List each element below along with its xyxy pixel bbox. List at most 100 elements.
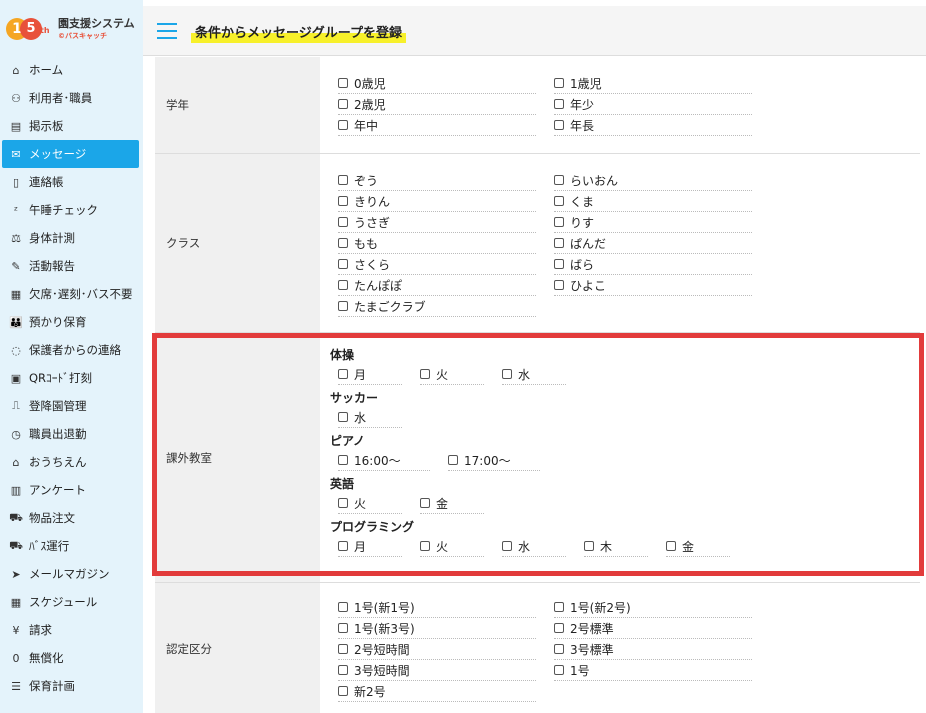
extra-checkbox[interactable]: 水 [338,407,402,428]
extra-checkbox[interactable]: 水 [502,364,566,385]
class-checkbox[interactable]: くま [554,191,752,212]
grade-checkbox[interactable]: 年中 [338,115,536,136]
class-checkbox[interactable]: うさぎ [338,212,536,233]
class-checkbox[interactable]: ひよこ [554,275,752,296]
grade-checkbox[interactable]: 0歳児 [338,73,536,94]
checkbox-icon[interactable] [554,78,564,88]
checkbox-icon[interactable] [338,238,348,248]
sidebar-item-6[interactable]: ⚖ 身体計測 [0,224,143,252]
sidebar-item-0[interactable]: ⌂ ホーム [0,56,143,84]
cert-checkbox[interactable]: 1号 [554,660,752,681]
sidebar-item-16[interactable]: ⛟ 物品注文 [0,504,143,532]
sidebar-item-18[interactable]: ➤ メールマガジン [0,560,143,588]
extra-checkbox[interactable]: 火 [420,536,484,557]
checkbox-icon[interactable] [338,259,348,269]
extra-checkbox[interactable]: 16:00～ [338,450,430,471]
extra-checkbox[interactable]: 月 [338,536,402,557]
app-logo[interactable]: 1 5 th 園支援システム ©バスキャッチ [0,0,143,56]
extra-checkbox[interactable]: 金 [666,536,730,557]
checkbox-icon[interactable] [338,602,348,612]
checkbox-icon[interactable] [338,196,348,206]
checkbox-icon[interactable] [554,99,564,109]
sidebar-item-19[interactable]: ▦ スケジュール [0,588,143,616]
cert-checkbox[interactable]: 3号標準 [554,639,752,660]
checkbox-icon[interactable] [554,120,564,130]
grade-checkbox[interactable]: 2歳児 [338,94,536,115]
checkbox-icon[interactable] [554,644,564,654]
checkbox-icon[interactable] [554,623,564,633]
cert-checkbox[interactable]: 2号標準 [554,618,752,639]
sidebar-item-7[interactable]: ✎ 活動報告 [0,252,143,280]
extra-checkbox[interactable]: 月 [338,364,402,385]
checkbox-icon[interactable] [338,175,348,185]
sidebar-item-17[interactable]: ⛟ ﾊﾞｽ運行 [0,532,143,560]
sidebar-item-1[interactable]: ⚇ 利用者･職員 [0,84,143,112]
sidebar-item-13[interactable]: ◷ 職員出退勤 [0,420,143,448]
extra-checkbox[interactable]: 17:00～ [448,450,540,471]
sidebar-item-22[interactable]: ☰ 保育計画 [0,672,143,700]
extra-checkbox[interactable]: 火 [338,493,402,514]
grade-checkbox[interactable]: 年少 [554,94,752,115]
checkbox-icon[interactable] [554,259,564,269]
checkbox-icon[interactable] [338,623,348,633]
sidebar-item-9[interactable]: 👪 預かり保育 [0,308,143,336]
sidebar-item-15[interactable]: ▥ アンケート [0,476,143,504]
class-checkbox[interactable]: きりん [338,191,536,212]
extra-checkbox[interactable]: 水 [502,536,566,557]
checkbox-icon[interactable] [338,369,348,379]
checkbox-icon[interactable] [338,217,348,227]
checkbox-icon[interactable] [338,120,348,130]
checkbox-icon[interactable] [338,301,348,311]
checkbox-icon[interactable] [338,644,348,654]
checkbox-icon[interactable] [338,455,348,465]
sidebar-item-4[interactable]: ▯ 連絡帳 [0,168,143,196]
class-checkbox[interactable]: らいおん [554,170,752,191]
checkbox-icon[interactable] [502,541,512,551]
class-checkbox[interactable]: たんぽぽ [338,275,536,296]
cert-checkbox[interactable]: 1号(新1号) [338,597,536,618]
checkbox-icon[interactable] [338,78,348,88]
cert-checkbox[interactable]: 2号短時間 [338,639,536,660]
extra-checkbox[interactable]: 火 [420,364,484,385]
checkbox-icon[interactable] [584,541,594,551]
checkbox-icon[interactable] [338,541,348,551]
checkbox-icon[interactable] [420,541,430,551]
checkbox-icon[interactable] [502,369,512,379]
extra-checkbox[interactable]: 金 [420,493,484,514]
class-checkbox[interactable]: さくら [338,254,536,275]
checkbox-icon[interactable] [554,196,564,206]
checkbox-icon[interactable] [554,280,564,290]
checkbox-icon[interactable] [448,455,458,465]
cert-checkbox[interactable]: 新2号 [338,681,536,702]
class-checkbox[interactable]: たまごクラブ [338,296,536,317]
cert-checkbox[interactable]: 1号(新2号) [554,597,752,618]
sidebar-item-10[interactable]: ◌ 保護者からの連絡 [0,336,143,364]
extra-checkbox[interactable]: 木 [584,536,648,557]
class-checkbox[interactable]: ぞう [338,170,536,191]
checkbox-icon[interactable] [554,665,564,675]
checkbox-icon[interactable] [554,217,564,227]
checkbox-icon[interactable] [554,602,564,612]
class-checkbox[interactable]: ぱんだ [554,233,752,254]
checkbox-icon[interactable] [554,238,564,248]
class-checkbox[interactable]: りす [554,212,752,233]
sidebar-item-21[interactable]: 0 無償化 [0,644,143,672]
checkbox-icon[interactable] [420,498,430,508]
checkbox-icon[interactable] [554,175,564,185]
checkbox-icon[interactable] [666,541,676,551]
checkbox-icon[interactable] [338,498,348,508]
sidebar-item-3[interactable]: ✉ メッセージ [2,140,139,168]
sidebar-item-8[interactable]: ▦ 欠席･遅刻･バス不要 [0,280,143,308]
sidebar-item-14[interactable]: ⌂ おうちえん [0,448,143,476]
sidebar-item-20[interactable]: ¥ 請求 [0,616,143,644]
cert-checkbox[interactable]: 1号(新3号) [338,618,536,639]
sidebar-item-2[interactable]: ▤ 掲示板 [0,112,143,140]
checkbox-icon[interactable] [338,412,348,422]
class-checkbox[interactable]: もも [338,233,536,254]
grade-checkbox[interactable]: 1歳児 [554,73,752,94]
checkbox-icon[interactable] [338,665,348,675]
menu-toggle-icon[interactable] [157,22,177,39]
sidebar-item-5[interactable]: ᶻ 午睡チェック [0,196,143,224]
checkbox-icon[interactable] [338,686,348,696]
checkbox-icon[interactable] [338,99,348,109]
